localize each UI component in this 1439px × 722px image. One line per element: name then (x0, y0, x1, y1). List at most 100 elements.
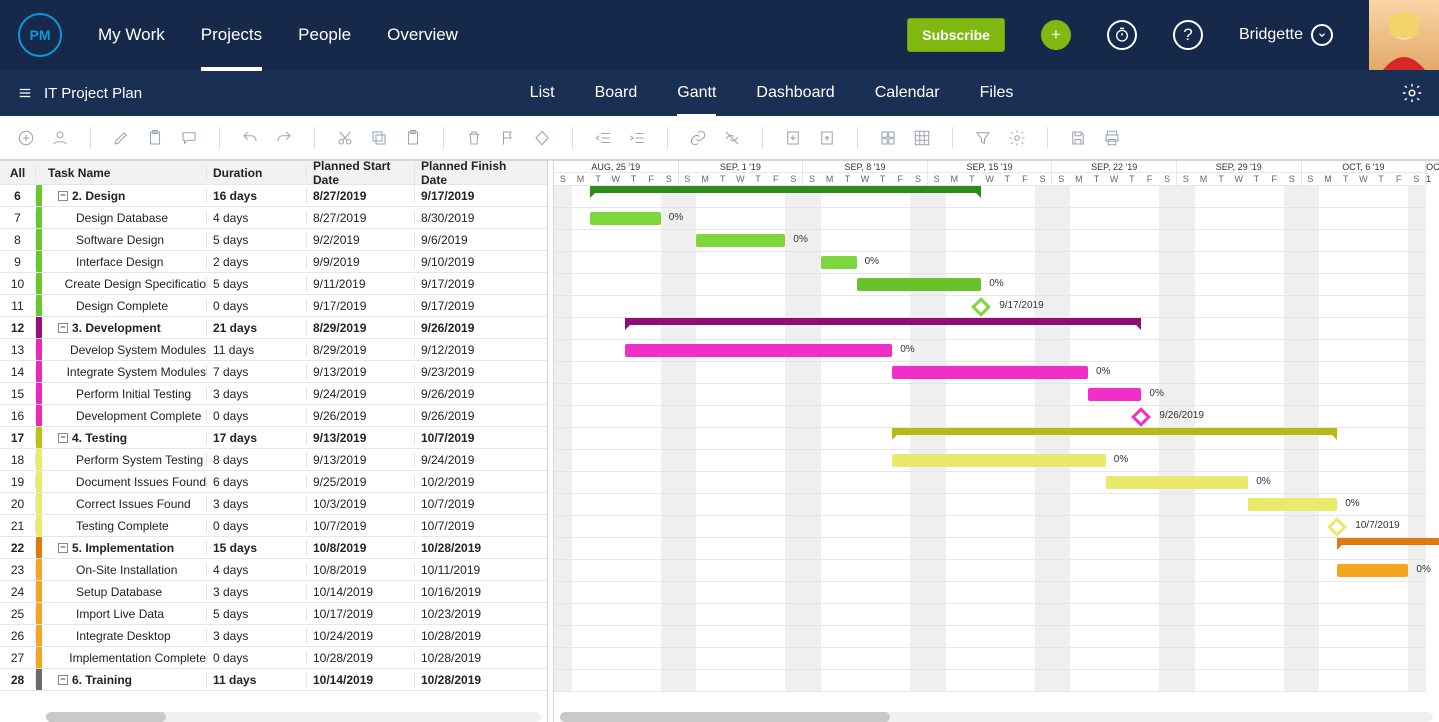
nav-people[interactable]: People (298, 3, 351, 67)
tab-list[interactable]: List (530, 72, 555, 114)
table-row[interactable]: 10Create Design Specificatio5 days9/11/2… (0, 273, 547, 295)
export-icon[interactable] (817, 128, 837, 148)
task-name-cell[interactable]: Development Complete (42, 409, 207, 423)
gantt-bar[interactable] (1337, 564, 1408, 577)
col-header-start[interactable]: Planned Start Date (307, 161, 415, 187)
gantt-summary-bar[interactable] (625, 318, 1141, 325)
table-row[interactable]: 24Setup Database3 days10/14/201910/16/20… (0, 581, 547, 603)
import-icon[interactable] (783, 128, 803, 148)
gantt-summary-bar[interactable] (1337, 538, 1439, 545)
table-row[interactable]: 8Software Design5 days9/2/20199/6/2019 (0, 229, 547, 251)
milestone-icon[interactable] (971, 297, 991, 317)
add-button[interactable]: + (1041, 20, 1071, 50)
edit-icon[interactable] (111, 128, 131, 148)
col-header-finish[interactable]: Planned Finish Date (415, 161, 525, 187)
task-name-cell[interactable]: − 4. Testing (42, 431, 207, 445)
grid-2-icon[interactable] (912, 128, 932, 148)
table-row[interactable]: 15Perform Initial Testing3 days9/24/2019… (0, 383, 547, 405)
task-name-cell[interactable]: Integrate System Modules (42, 365, 207, 379)
gantt-bar[interactable] (821, 256, 857, 269)
flag-icon[interactable] (498, 128, 518, 148)
table-row[interactable]: 7Design Database4 days8/27/20198/30/2019 (0, 207, 547, 229)
tab-dashboard[interactable]: Dashboard (756, 72, 834, 114)
print-icon[interactable] (1102, 128, 1122, 148)
task-name-cell[interactable]: − 2. Design (42, 189, 207, 203)
gear-icon[interactable] (1401, 82, 1423, 104)
task-name-cell[interactable]: Document Issues Found (42, 475, 207, 489)
col-header-name[interactable]: Task Name (42, 166, 207, 180)
table-row[interactable]: 6− 2. Design16 days8/27/20199/17/2019 (0, 185, 547, 207)
table-row[interactable]: 16Development Complete0 days9/26/20199/2… (0, 405, 547, 427)
gantt-bar[interactable] (1248, 498, 1337, 511)
task-name-cell[interactable]: Integrate Desktop (42, 629, 207, 643)
indent-icon[interactable] (627, 128, 647, 148)
task-name-cell[interactable]: Correct Issues Found (42, 497, 207, 511)
task-name-cell[interactable]: Create Design Specificatio (42, 277, 207, 291)
table-row[interactable]: 20Correct Issues Found3 days10/3/201910/… (0, 493, 547, 515)
table-row[interactable]: 14Integrate System Modules7 days9/13/201… (0, 361, 547, 383)
gantt-bar[interactable] (625, 344, 892, 357)
timeline-body[interactable]: 0%0%0%0%9/17/20190%0%0%9/26/20190%0%0%10… (554, 186, 1426, 692)
task-name-cell[interactable]: Develop System Modules (42, 343, 207, 357)
table-row[interactable]: 28− 6. Training11 days10/14/201910/28/20… (0, 669, 547, 691)
collapse-toggle[interactable]: − (58, 323, 68, 333)
table-row[interactable]: 22− 5. Implementation15 days10/8/201910/… (0, 537, 547, 559)
avatar[interactable] (1369, 0, 1439, 70)
gantt-bar[interactable] (892, 454, 1106, 467)
gantt-bar[interactable] (857, 278, 982, 291)
nav-projects[interactable]: Projects (201, 3, 262, 71)
milestone-icon[interactable] (1131, 407, 1151, 427)
outdent-icon[interactable] (593, 128, 613, 148)
task-name-cell[interactable]: Testing Complete (42, 519, 207, 533)
milestone-icon[interactable] (1327, 517, 1347, 537)
gantt-bar[interactable] (1088, 388, 1141, 401)
tab-files[interactable]: Files (980, 72, 1014, 114)
gantt-bar[interactable] (696, 234, 785, 247)
task-name-cell[interactable]: Perform Initial Testing (42, 387, 207, 401)
task-name-cell[interactable]: Import Live Data (42, 607, 207, 621)
table-row[interactable]: 25Import Live Data5 days10/17/201910/23/… (0, 603, 547, 625)
task-name-cell[interactable]: Implementation Complete (42, 651, 207, 665)
collapse-toggle[interactable]: − (58, 191, 68, 201)
settings-icon[interactable] (1007, 128, 1027, 148)
task-name-cell[interactable]: Design Database (42, 211, 207, 225)
gantt-bar[interactable] (892, 366, 1088, 379)
task-name-cell[interactable]: Interface Design (42, 255, 207, 269)
col-header-all[interactable]: All (0, 166, 36, 180)
task-name-cell[interactable]: Perform System Testing (42, 453, 207, 467)
tab-calendar[interactable]: Calendar (875, 72, 940, 114)
nav-overview[interactable]: Overview (387, 3, 458, 67)
filter-icon[interactable] (973, 128, 993, 148)
help-icon[interactable]: ? (1173, 20, 1203, 50)
table-row[interactable]: 26Integrate Desktop3 days10/24/201910/28… (0, 625, 547, 647)
table-row[interactable]: 23On-Site Installation4 days10/8/201910/… (0, 559, 547, 581)
tab-board[interactable]: Board (595, 72, 638, 114)
table-row[interactable]: 18Perform System Testing8 days9/13/20199… (0, 449, 547, 471)
user-menu[interactable]: Bridgette (1239, 24, 1333, 46)
unlink-icon[interactable] (722, 128, 742, 148)
clipboard-icon[interactable] (145, 128, 165, 148)
tab-gantt[interactable]: Gantt (677, 72, 716, 117)
collapse-toggle[interactable]: − (58, 543, 68, 553)
redo-icon[interactable] (274, 128, 294, 148)
table-row[interactable]: 27Implementation Complete0 days10/28/201… (0, 647, 547, 669)
milestone-icon[interactable] (532, 128, 552, 148)
subscribe-button[interactable]: Subscribe (907, 18, 1005, 52)
col-header-duration[interactable]: Duration (207, 166, 307, 180)
table-row[interactable]: 17− 4. Testing17 days9/13/201910/7/2019 (0, 427, 547, 449)
link-icon[interactable] (688, 128, 708, 148)
delete-icon[interactable] (464, 128, 484, 148)
cut-icon[interactable] (335, 128, 355, 148)
undo-icon[interactable] (240, 128, 260, 148)
grid-1-icon[interactable] (878, 128, 898, 148)
comment-icon[interactable] (179, 128, 199, 148)
copy-icon[interactable] (369, 128, 389, 148)
add-task-icon[interactable] (16, 128, 36, 148)
table-row[interactable]: 19Document Issues Found6 days9/25/201910… (0, 471, 547, 493)
gantt-summary-bar[interactable] (892, 428, 1337, 435)
h-scrollbar-left[interactable] (46, 712, 541, 722)
timer-icon[interactable] (1107, 20, 1137, 50)
assign-icon[interactable] (50, 128, 70, 148)
h-scrollbar-right[interactable] (560, 712, 1433, 722)
table-row[interactable]: 9Interface Design2 days9/9/20199/10/2019 (0, 251, 547, 273)
